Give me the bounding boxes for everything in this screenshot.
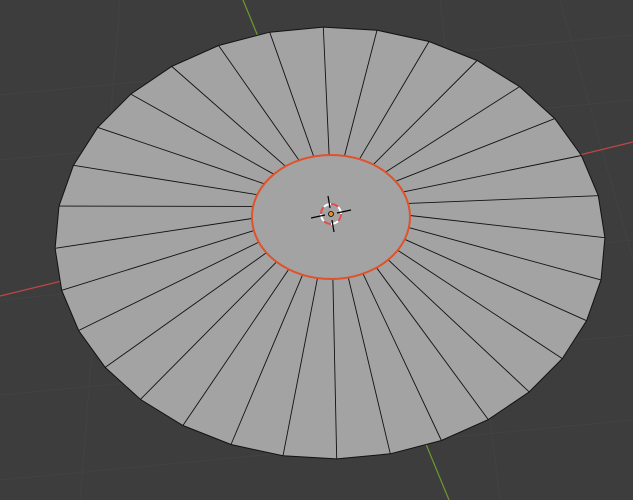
viewport-canvas[interactable] xyxy=(0,0,633,500)
circle-mesh[interactable] xyxy=(54,26,606,460)
origin-dot-icon xyxy=(328,211,334,217)
3d-viewport[interactable] xyxy=(0,0,633,500)
